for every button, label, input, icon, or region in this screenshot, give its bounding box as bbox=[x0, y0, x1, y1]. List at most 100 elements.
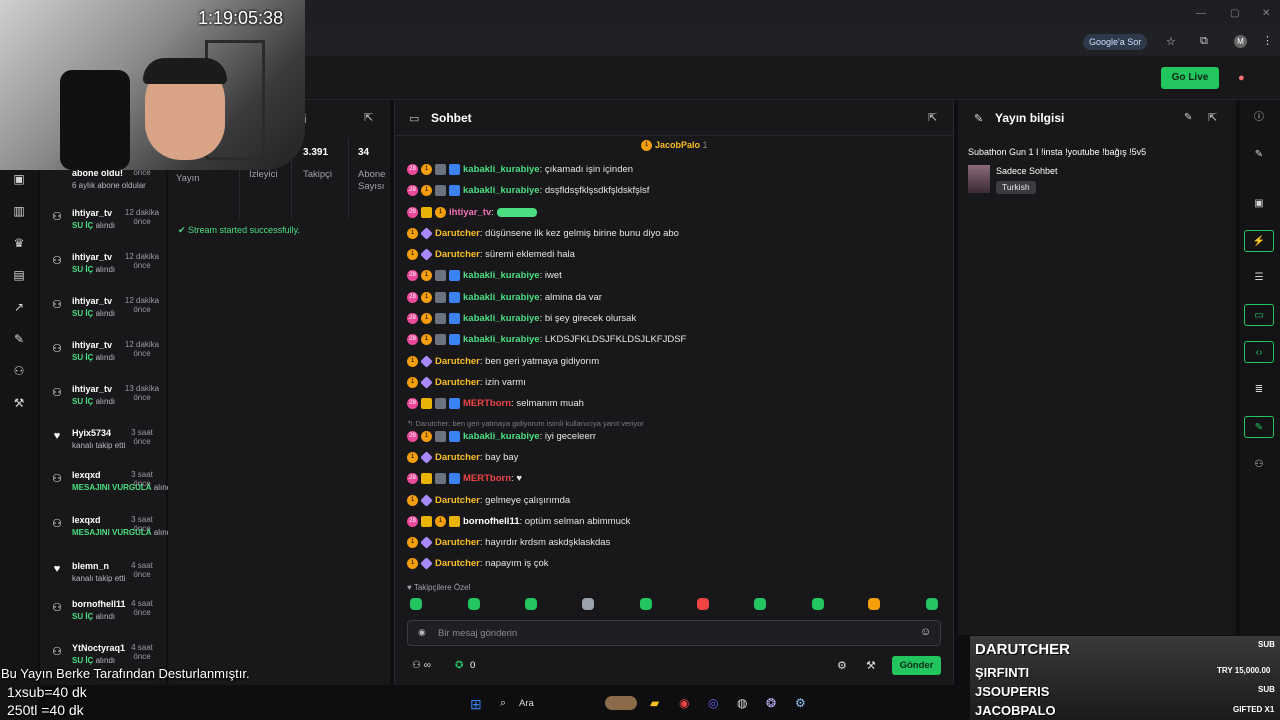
code-icon[interactable]: ‹› bbox=[1244, 341, 1274, 363]
minimize-icon[interactable]: — bbox=[1196, 8, 1206, 19]
star-icon[interactable]: ☆ bbox=[1166, 35, 1176, 48]
pen-icon[interactable]: ✎ bbox=[1244, 144, 1274, 166]
emote-icon[interactable] bbox=[754, 598, 766, 610]
widget-icon[interactable] bbox=[605, 696, 637, 710]
steam-icon[interactable]: ⚙ bbox=[795, 696, 806, 710]
viewers-icon[interactable]: ⚇ ∞ bbox=[412, 660, 431, 671]
maximize-icon[interactable]: ▢ bbox=[1230, 8, 1239, 19]
emote-icon[interactable] bbox=[868, 598, 880, 610]
feed-item[interactable]: ⚇ lexqxd 3 saat önce MESAJINI VURGULA alınd… bbox=[50, 515, 173, 551]
chat-username[interactable]: Darutcher bbox=[435, 249, 480, 260]
chat-username[interactable]: kabakli_kurabiye bbox=[463, 270, 540, 281]
chat-username[interactable]: MERTborn bbox=[463, 473, 511, 484]
chat-username[interactable]: Darutcher bbox=[435, 228, 480, 239]
chat-message[interactable]: 1 Darutcher: gelmeye çalışırımda bbox=[407, 494, 570, 508]
emoji-icon[interactable]: ☺ bbox=[920, 626, 931, 638]
chat-username[interactable]: Darutcher bbox=[435, 452, 480, 463]
feed-item[interactable]: ⚇ ihtiyar_tv 12 dakika önce SU İÇ alındı bbox=[50, 340, 160, 376]
chat-message[interactable]: 1 Darutcher: bay bay bbox=[407, 451, 518, 465]
community-icon[interactable]: ⚇ bbox=[12, 364, 26, 378]
mod-tools-icon[interactable]: ⚒ bbox=[866, 659, 876, 672]
chat-username[interactable]: bornofhell11 bbox=[463, 516, 519, 527]
app-icon[interactable]: ❂ bbox=[766, 696, 776, 710]
feed-item[interactable]: ♥ Hyix5734 3 saat önce kanalı takip etti bbox=[50, 428, 160, 464]
close-icon[interactable]: ✕ bbox=[1262, 8, 1270, 19]
menu-dots-icon[interactable]: ⋮ bbox=[1262, 34, 1273, 47]
folder-icon[interactable]: ▰ bbox=[650, 696, 659, 710]
emote-icon[interactable] bbox=[410, 598, 422, 610]
feed-item[interactable]: ⚇ ihtiyar_tv 13 dakika önce SU İÇ alındı bbox=[50, 384, 160, 420]
feed-item[interactable]: ⚇ lexqxd 3 saat önce MESAJINI VURGULA alınd… bbox=[50, 470, 173, 506]
chart-icon[interactable]: ▥ bbox=[12, 204, 26, 218]
screen-icon[interactable]: ▭ bbox=[1244, 304, 1274, 326]
chat-username[interactable]: kabakli_kurabiye bbox=[463, 292, 540, 303]
pinned-user[interactable]: 1 JacobPalo 1 bbox=[641, 140, 708, 152]
chat-message[interactable]: 28 1 kabakli_kurabiye: iyi geceleerr bbox=[407, 430, 596, 444]
list-icon[interactable]: ☰ bbox=[1244, 267, 1274, 289]
edit-icon[interactable]: ✎ bbox=[1184, 112, 1192, 123]
feed-item[interactable]: abone oldu! önce 6 aylık abone oldular bbox=[50, 168, 160, 204]
emote-icon[interactable] bbox=[812, 598, 824, 610]
chat-popout-icon[interactable]: ⇱ bbox=[928, 111, 937, 124]
wrench-icon[interactable]: ✎ bbox=[1244, 416, 1274, 438]
chat-message[interactable]: 1 Darutcher: hayırdır krdsm askdşklaskdas bbox=[407, 536, 610, 550]
chat-message[interactable]: 28 1 kabakli_kurabiye: almina da var bbox=[407, 291, 602, 305]
windows-start-icon[interactable]: ⊞ bbox=[470, 696, 482, 713]
chat-username[interactable]: Darutcher bbox=[435, 356, 480, 367]
go-live-button[interactable]: Go Live bbox=[1161, 67, 1219, 89]
chat-message[interactable]: 28 1 ihtiyar_tv: bbox=[407, 206, 537, 220]
chat-message[interactable]: 28 1 kabakli_kurabiye: iwet bbox=[407, 269, 562, 283]
settings-gear-icon[interactable]: ⚙ bbox=[837, 659, 847, 672]
chat-username[interactable]: ihtiyar_tv bbox=[449, 207, 491, 218]
lightning-icon[interactable]: ⚡ bbox=[1244, 230, 1274, 252]
send-button[interactable]: Gönder bbox=[892, 656, 941, 675]
chat-message[interactable]: 28 MERTborn: ♥ bbox=[407, 472, 522, 486]
feed-item[interactable]: ⚇ ihtiyar_tv 12 dakika önce SU İÇ alındı bbox=[50, 296, 160, 332]
chat-message[interactable]: 1 Darutcher: izin varmı bbox=[407, 376, 526, 390]
layout-icon[interactable]: ▤ bbox=[12, 268, 26, 282]
analytics-icon[interactable]: ↗ bbox=[12, 300, 26, 314]
dashboard-icon[interactable]: ▣ bbox=[12, 172, 26, 186]
category-name[interactable]: Sadece Sohbet bbox=[996, 166, 1058, 176]
chat-username[interactable]: kabakli_kurabiye bbox=[463, 431, 540, 442]
emote-icon[interactable] bbox=[468, 598, 480, 610]
chat-username[interactable]: Darutcher bbox=[435, 377, 480, 388]
chat-message-input[interactable]: ◉ Bir mesaj gönderin ☺ bbox=[407, 620, 941, 646]
wrench-icon[interactable]: ✎ bbox=[12, 332, 26, 346]
stack-icon[interactable]: ≣ bbox=[1244, 379, 1274, 401]
chat-username[interactable]: MERTborn bbox=[463, 398, 511, 409]
taskbar-search-label[interactable]: Ara bbox=[519, 698, 534, 709]
chat-message[interactable]: 28 1 kabakli_kurabiye: LKDSJFKLDSJFKLDSJLK… bbox=[407, 333, 686, 347]
emote-icon[interactable] bbox=[697, 598, 709, 610]
chat-message[interactable]: 28 MERTborn: selmanım muah bbox=[407, 397, 584, 411]
chat-username[interactable]: kabakli_kurabiye bbox=[463, 185, 540, 196]
chat-username[interactable]: kabakli_kurabiye bbox=[463, 164, 540, 175]
chat-message[interactable]: 1 Darutcher: napayım iş çok bbox=[407, 557, 549, 571]
emote-icon[interactable] bbox=[525, 598, 537, 610]
feed-item[interactable]: ⚇ bornofhell11 4 saat önce SU İÇ alındı bbox=[50, 599, 160, 635]
profile-avatar[interactable]: M bbox=[1234, 35, 1247, 48]
chat-username[interactable]: kabakli_kurabiye bbox=[463, 313, 540, 324]
chat-message[interactable]: 28 1 bornofhell11: optüm selman abimmuck bbox=[407, 515, 630, 529]
people-icon[interactable]: ⚇ bbox=[1244, 454, 1274, 476]
feed-item[interactable]: ⚇ ihtiyar_tv 12 dakika önce SU İÇ alındı bbox=[50, 252, 160, 288]
chrome-icon[interactable]: ◉ bbox=[679, 696, 689, 710]
feed-item[interactable]: ♥ blemn_n 4 saat önce kanalı takip etti bbox=[50, 561, 160, 597]
chat-username[interactable]: kabakli_kurabiye bbox=[463, 334, 540, 345]
obs-icon[interactable]: ◍ bbox=[737, 696, 747, 710]
trophy-icon[interactable]: ♛ bbox=[12, 236, 26, 250]
info-icon[interactable]: ⓘ bbox=[1244, 107, 1274, 129]
feed-item[interactable]: ⚇ ihtiyar_tv 12 dakika önce SU İÇ alındı bbox=[50, 208, 160, 244]
chat-message[interactable]: 1 Darutcher: süremi eklemedi hala bbox=[407, 248, 575, 262]
chat-username[interactable]: Darutcher bbox=[435, 537, 480, 548]
chat-message[interactable]: 28 1 kabakli_kurabiye: dsşfldsşfklşsdkfşld… bbox=[407, 184, 649, 198]
chat-username[interactable]: Darutcher bbox=[435, 558, 480, 569]
emote-icon[interactable] bbox=[640, 598, 652, 610]
google-ask-button[interactable]: Google'a Sor bbox=[1083, 34, 1148, 50]
chat-message[interactable]: 28 1 kabakli_kurabiye: bi şey girecek olur… bbox=[407, 312, 636, 326]
discord-icon[interactable]: ◎ bbox=[708, 696, 718, 710]
user-avatar[interactable]: ● bbox=[1238, 72, 1245, 84]
tools-icon[interactable]: ⚒ bbox=[12, 396, 26, 410]
chat-message[interactable]: 28 1 kabakli_kurabiye: çıkamadı işin içind… bbox=[407, 163, 633, 177]
extensions-icon[interactable]: ⧉ bbox=[1200, 35, 1208, 48]
